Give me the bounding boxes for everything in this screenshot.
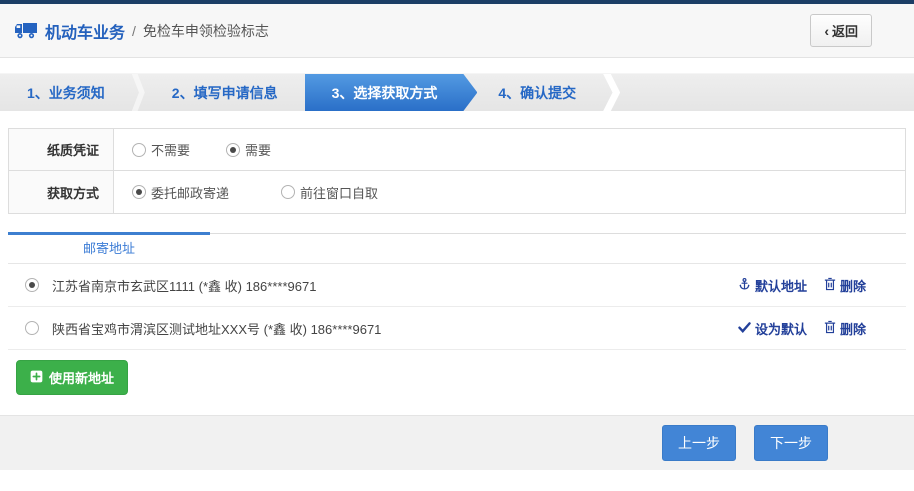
radio-icon: [226, 143, 240, 157]
form-options: 不需要 需要: [114, 129, 905, 170]
address-text: 江苏省南京市玄武区1111 (*鑫 收) 186****9671: [52, 276, 316, 295]
back-button[interactable]: ‹ 返回: [810, 14, 872, 47]
footer-bar: 上一步 下一步: [0, 415, 914, 470]
form-row-paper-voucher: 纸质凭证 不需要 需要: [9, 129, 905, 171]
radio-icon: [281, 185, 295, 199]
radio-not-needed[interactable]: 不需要: [132, 140, 190, 159]
form-row-delivery-method: 获取方式 委托邮政寄递 前往窗口自取: [9, 171, 905, 213]
page-title: 机动车业务: [45, 19, 125, 43]
step-label: 3、选择获取方式: [332, 83, 438, 103]
check-icon: [738, 321, 751, 336]
step-separator-icon: [132, 74, 145, 111]
action-label: 默认地址: [755, 276, 807, 295]
address-actions: 默认地址 删除: [738, 276, 866, 295]
step-3-choose-method[interactable]: 3、选择获取方式: [305, 74, 478, 111]
radio-label: 需要: [245, 140, 271, 159]
default-address-link[interactable]: 默认地址: [738, 276, 807, 295]
new-address-area: 使用新地址: [8, 350, 906, 412]
trash-icon: [824, 320, 836, 337]
radio-icon: [132, 185, 146, 199]
tab-mailing-address[interactable]: 邮寄地址: [8, 234, 210, 263]
action-label: 删除: [840, 319, 866, 338]
radio-label: 前往窗口自取: [300, 183, 378, 202]
address-radio[interactable]: [25, 321, 39, 335]
truck-icon: [14, 22, 38, 39]
breadcrumb: 机动车业务 / 免检车申领检验标志: [14, 19, 269, 43]
active-tab-indicator: [8, 232, 210, 235]
step-2-fill-info[interactable]: 2、填写申请信息: [145, 74, 305, 111]
step-label: 4、确认提交: [498, 83, 576, 103]
button-label: 使用新地址: [49, 368, 114, 387]
address-actions: 设为默认 删除: [738, 319, 866, 338]
step-4-confirm-submit[interactable]: 4、确认提交: [471, 74, 603, 111]
radio-icon: [132, 143, 146, 157]
delete-address-link[interactable]: 删除: [824, 319, 866, 338]
step-arrow-icon: [603, 74, 620, 111]
address-radio-selected[interactable]: [25, 278, 39, 292]
radio-window-pickup[interactable]: 前往窗口自取: [281, 183, 378, 202]
page: 机动车业务 / 免检车申领检验标志 ‹ 返回 1、业务须知 2、填写申请信息 3…: [0, 0, 914, 491]
form-label: 纸质凭证: [9, 129, 114, 170]
address-row-1: 江苏省南京市玄武区1111 (*鑫 收) 186****9671 默认地址: [8, 264, 906, 307]
trash-icon: [824, 277, 836, 294]
options-form: 纸质凭证 不需要 需要 获取方式 委托邮政寄递: [8, 128, 906, 214]
form-label: 获取方式: [9, 171, 114, 213]
breadcrumb-separator: /: [132, 23, 136, 39]
back-button-label: 返回: [832, 21, 858, 40]
prev-step-button[interactable]: 上一步: [662, 425, 736, 461]
form-options: 委托邮政寄递 前往窗口自取: [114, 171, 905, 213]
tab-bar: 邮寄地址: [8, 234, 906, 264]
step-label: 1、业务须知: [27, 83, 105, 103]
address-text: 陕西省宝鸡市渭滨区测试地址XXX号 (*鑫 收) 186****9671: [52, 319, 381, 338]
radio-label: 委托邮政寄递: [151, 183, 229, 202]
delete-address-link[interactable]: 删除: [824, 276, 866, 295]
step-label: 2、填写申请信息: [172, 83, 278, 103]
anchor-icon: [738, 277, 751, 294]
address-row-2: 陕西省宝鸡市渭滨区测试地址XXX号 (*鑫 收) 186****9671 设为默…: [8, 307, 906, 350]
action-label: 设为默认: [755, 319, 807, 338]
plus-square-icon: [30, 370, 43, 386]
radio-label: 不需要: [151, 140, 190, 159]
use-new-address-button[interactable]: 使用新地址: [16, 360, 128, 395]
set-default-link[interactable]: 设为默认: [738, 319, 807, 338]
action-label: 删除: [840, 276, 866, 295]
step-nav: 1、业务须知 2、填写申请信息 3、选择获取方式 4、确认提交: [0, 73, 914, 111]
step-1-notice[interactable]: 1、业务须知: [0, 74, 132, 111]
chevron-left-icon: ‹: [824, 24, 829, 38]
address-panel: 邮寄地址 江苏省南京市玄武区1111 (*鑫 收) 186****9671 默认…: [8, 233, 906, 412]
radio-needed[interactable]: 需要: [226, 140, 271, 159]
page-header: 机动车业务 / 免检车申领检验标志 ‹ 返回: [0, 4, 914, 58]
breadcrumb-current: 免检车申领检验标志: [143, 21, 269, 41]
next-step-button[interactable]: 下一步: [754, 425, 828, 461]
radio-postal-delivery[interactable]: 委托邮政寄递: [132, 183, 229, 202]
